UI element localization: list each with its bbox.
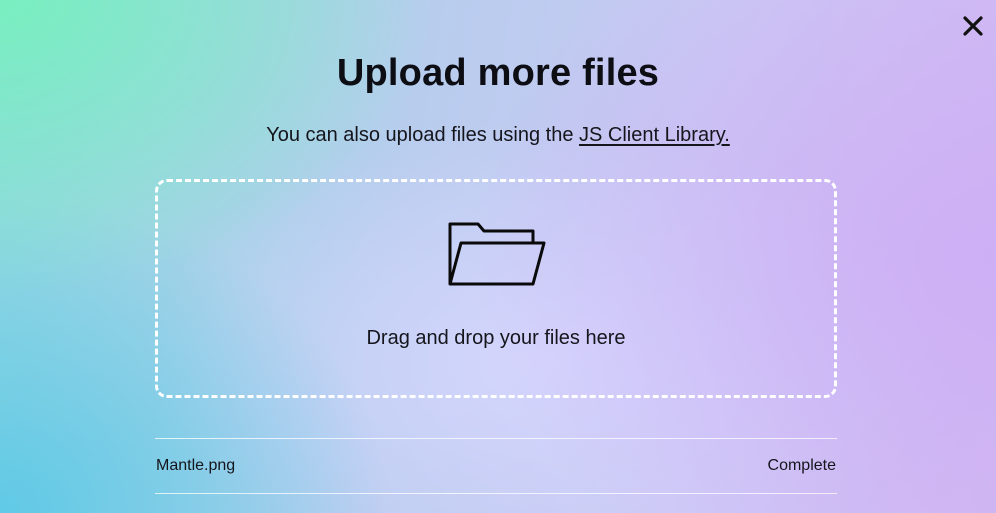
folder-open-icon bbox=[447, 218, 547, 286]
js-client-library-link[interactable]: JS Client Library. bbox=[579, 124, 730, 146]
close-icon bbox=[960, 13, 986, 39]
file-list: Mantle.png Complete bbox=[155, 438, 837, 494]
file-name: Mantle.png bbox=[156, 457, 236, 474]
dropzone-label: Drag and drop your files here bbox=[366, 327, 626, 349]
subtitle: You can also upload files using the JS C… bbox=[0, 124, 996, 147]
page-title: Upload more files bbox=[336, 52, 660, 94]
file-dropzone[interactable]: Drag and drop your files here bbox=[155, 179, 837, 398]
close-button[interactable] bbox=[960, 13, 986, 39]
subtitle-text: You can also upload files using the bbox=[266, 124, 580, 146]
list-item: Mantle.png Complete bbox=[155, 438, 837, 494]
file-status: Complete bbox=[767, 457, 836, 474]
